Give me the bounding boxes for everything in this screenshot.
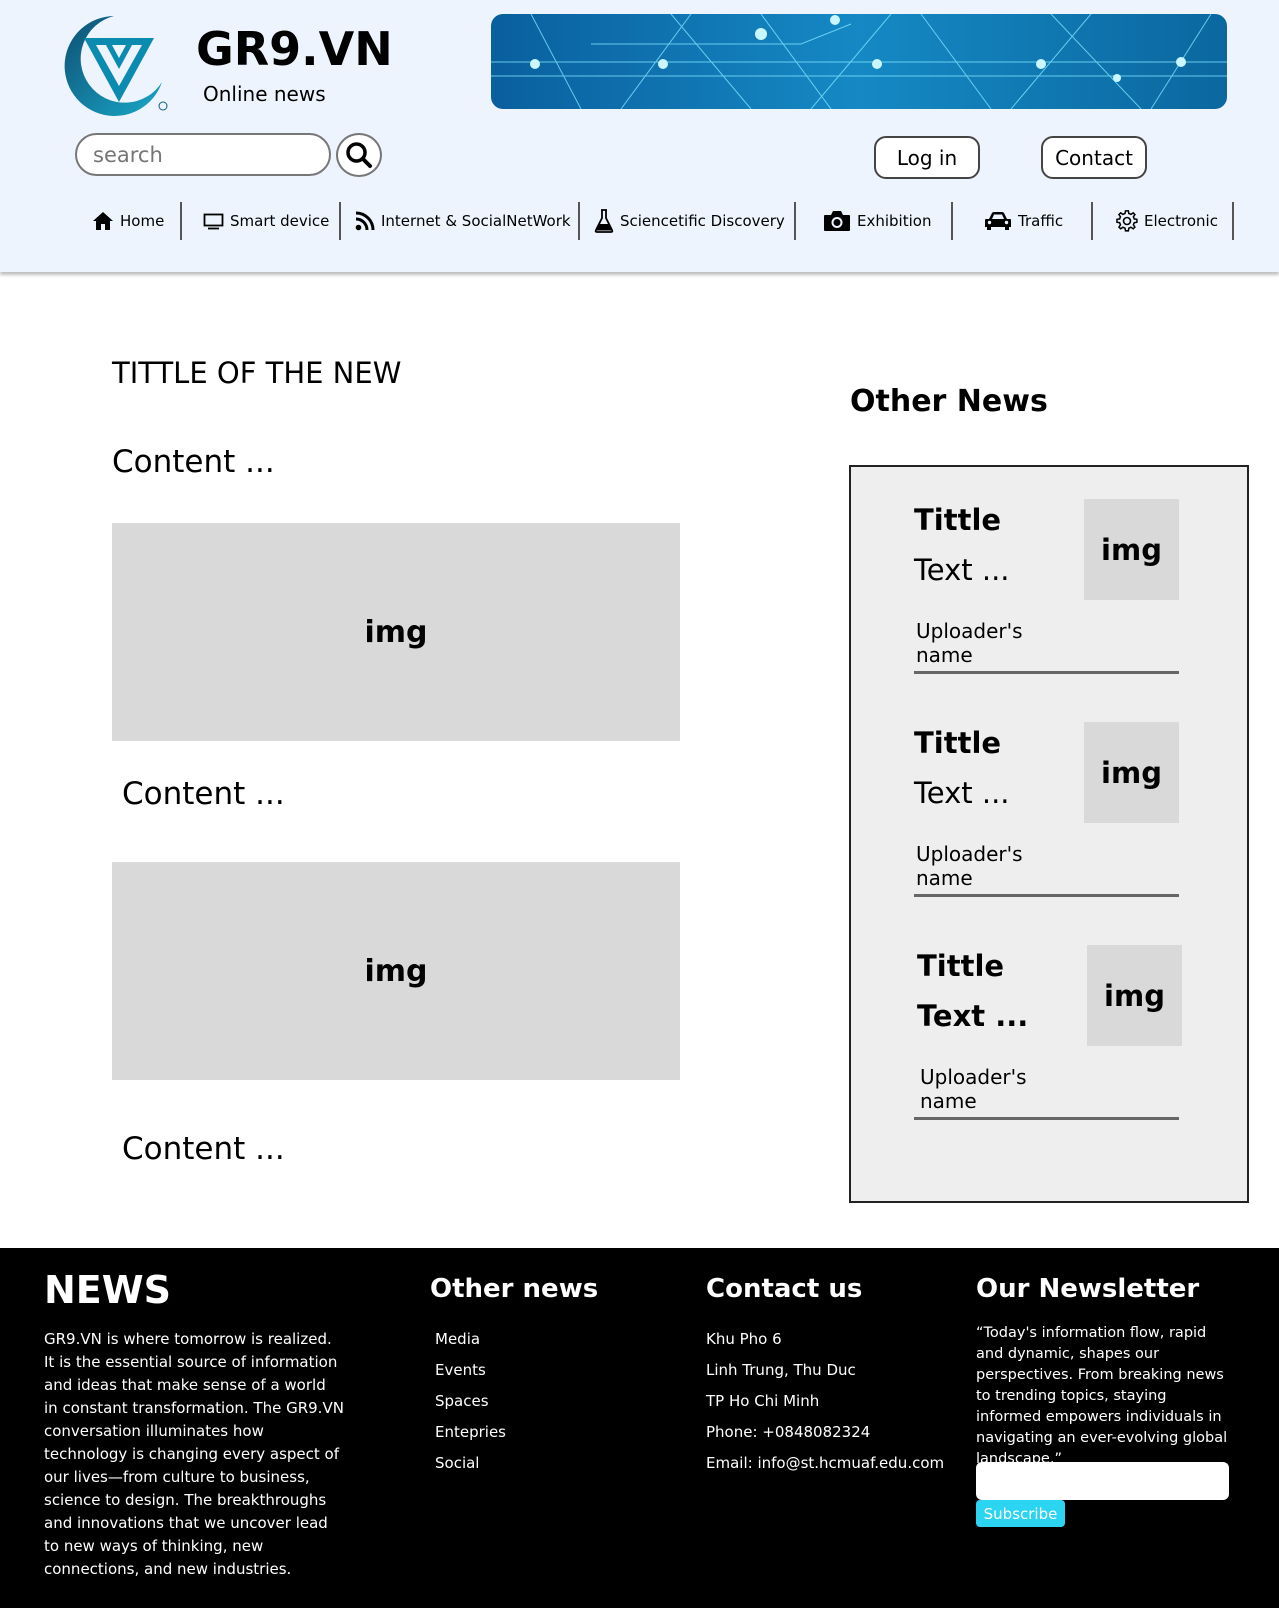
nav-item-label: Smart device <box>230 212 330 230</box>
footer-other-news-list: Media Events Spaces Entepries Social <box>435 1328 506 1483</box>
header-banner-image <box>491 14 1227 109</box>
news-card-text: Text ... <box>914 553 1010 587</box>
other-news-card[interactable]: Tittle Text ... img Uploader's name <box>914 945 1182 1122</box>
footer-contact-email[interactable]: Email: info@st.hcmuaf.edu.com <box>706 1452 944 1483</box>
contact-button[interactable]: Contact <box>1041 136 1147 179</box>
footer-link-spaces[interactable]: Spaces <box>435 1390 506 1421</box>
news-card-uploader: Uploader's name <box>916 619 1023 667</box>
footer-newsletter-heading: Our Newsletter <box>976 1274 1200 1304</box>
article-image: img <box>112 862 680 1080</box>
footer-contact-heading: Contact us <box>706 1274 863 1304</box>
nav-item-exhibition[interactable]: Exhibition <box>823 200 931 242</box>
footer-contact-line: TP Ho Chi Minh <box>706 1392 820 1410</box>
search-button[interactable] <box>336 133 382 177</box>
news-card-uploader: Uploader's name <box>916 842 1023 890</box>
newsletter-email-input[interactable] <box>976 1462 1229 1500</box>
footer-other-news-heading: Other news <box>430 1274 599 1304</box>
nav-item-scientific-discovery[interactable]: Sciencetific Discovery <box>594 200 785 242</box>
nav-item-label: Electronic <box>1144 212 1218 230</box>
news-card-uploader: Uploader's name <box>920 1065 1027 1113</box>
site-tagline: Online news <box>203 82 326 106</box>
other-news-card[interactable]: Tittle Text ... img Uploader's name <box>914 499 1180 676</box>
news-card-title[interactable]: Tittle <box>917 949 1004 983</box>
site-header: GR9.VN Online news search Log in Contact… <box>0 0 1279 272</box>
search-input[interactable] <box>75 133 331 176</box>
other-news-heading: Other News <box>850 384 1048 419</box>
nav-divider <box>180 202 182 240</box>
footer-contact-list: Khu Pho 6 Linh Trung, Thu Duc TP Ho Chi … <box>706 1328 944 1483</box>
flask-icon <box>594 209 614 233</box>
footer-link-media[interactable]: Media <box>435 1328 506 1359</box>
other-news-card[interactable]: Tittle Text ... img Uploader's name <box>914 722 1180 899</box>
nav-divider <box>1232 202 1234 240</box>
footer-link-entepries[interactable]: Entepries <box>435 1421 506 1452</box>
login-button[interactable]: Log in <box>874 136 980 179</box>
rss-icon <box>355 211 375 231</box>
footer-about-text: GR9.VN is where tomorrow is realized. It… <box>44 1330 344 1578</box>
v-shield-logo-icon[interactable] <box>62 12 172 122</box>
news-card-divider <box>914 671 1179 674</box>
news-card-text: Text ... <box>914 776 1010 810</box>
article-content: Content ... <box>112 444 275 480</box>
nav-item-label: Traffic <box>1018 212 1064 230</box>
footer-link-social[interactable]: Social <box>435 1452 506 1483</box>
main-nav: Home Smart device Internet & SocialNetWo… <box>0 200 1279 242</box>
nav-divider <box>1091 202 1093 240</box>
nav-item-label: Sciencetific Discovery <box>620 212 785 230</box>
news-card-text: Text ... <box>917 999 1029 1033</box>
nav-divider <box>578 202 580 240</box>
footer-contact-line: Linh Trung, Thu Duc <box>706 1361 856 1379</box>
article-title: TITTLE OF THE NEW <box>112 356 402 390</box>
monitor-icon <box>203 213 224 229</box>
news-card-image[interactable]: img <box>1084 722 1179 823</box>
footer-contact-phone[interactable]: Phone: +0848082324 <box>706 1421 944 1452</box>
footer-brand: NEWS <box>44 1268 172 1312</box>
nav-item-label: Internet & SocialNetWork <box>381 212 571 230</box>
article-content: Content ... <box>122 1131 285 1167</box>
footer-contact-line: Khu Pho 6 <box>706 1330 782 1348</box>
footer-link-events[interactable]: Events <box>435 1359 506 1390</box>
news-card-title[interactable]: Tittle <box>914 503 1001 537</box>
home-icon <box>93 212 113 230</box>
subscribe-button[interactable]: Subscribe <box>976 1500 1065 1527</box>
nav-item-smart-device[interactable]: Smart device <box>203 200 329 242</box>
nav-item-label: Home <box>120 212 165 230</box>
news-card-image[interactable]: img <box>1084 499 1179 600</box>
article-content: Content ... <box>122 776 285 812</box>
nav-divider <box>951 202 953 240</box>
nav-item-home[interactable]: Home <box>92 200 164 242</box>
other-news-panel: Tittle Text ... img Uploader's name Titt… <box>849 465 1249 1203</box>
nav-item-label: Exhibition <box>857 212 932 230</box>
news-card-divider <box>914 894 1179 897</box>
nav-divider <box>794 202 796 240</box>
site-brand-name[interactable]: GR9.VN <box>196 22 393 76</box>
gear-icon <box>1116 210 1138 232</box>
article-image: img <box>112 523 680 741</box>
site-footer: NEWS GR9.VN is where tomorrow is realize… <box>0 1248 1279 1608</box>
footer-newsletter-quote: “Today's information flow, rapid and dyn… <box>976 1325 1228 1467</box>
camera-icon <box>824 211 850 231</box>
search-icon <box>346 142 372 168</box>
news-card-divider <box>914 1117 1179 1120</box>
news-card-image[interactable]: img <box>1087 945 1182 1046</box>
nav-item-electronic[interactable]: Electronic <box>1116 200 1218 242</box>
nav-item-traffic[interactable]: Traffic <box>984 200 1063 242</box>
nav-item-internet-social[interactable]: Internet & SocialNetWork <box>355 200 571 242</box>
news-card-title[interactable]: Tittle <box>914 726 1001 760</box>
car-icon <box>985 212 1011 230</box>
nav-divider <box>339 202 341 240</box>
